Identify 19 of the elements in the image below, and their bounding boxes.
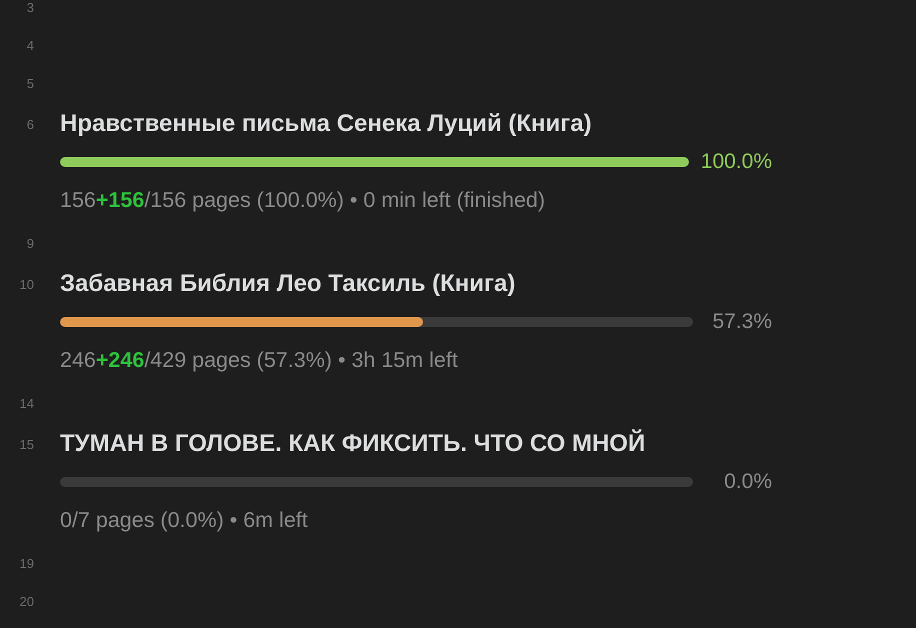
line-number: 14 <box>20 396 34 410</box>
reading-stats: 0/7 pages (0.0%) • 6m left <box>60 506 308 534</box>
line-number: 20 <box>20 594 34 608</box>
progress-percent: 0.0% <box>723 469 772 496</box>
line-number: 19 <box>20 556 34 570</box>
line-number: 3 <box>26 0 34 14</box>
book-title: ТУМАН В ГОЛОВЕ. КАК ФИКСИТЬ. ЧТО СО МНОЙ <box>60 428 646 459</box>
line-number: 10 <box>20 278 34 290</box>
line-number: 9 <box>26 236 34 250</box>
line-number: 5 <box>26 76 34 90</box>
reading-stats: 246+246/429 pages (57.3%) • 3h 15m left <box>60 346 458 374</box>
progress-percent: 57.3% <box>711 309 772 336</box>
line-number: 6 <box>26 118 34 130</box>
progress-percent: 100.0% <box>700 149 772 176</box>
book-title: Забавная Библия Лео Таксиль (Книга) <box>60 269 516 299</box>
reading-stats: 156+156/156 pages (100.0%) • 0 min left (finished) <box>60 186 546 214</box>
line-number: 15 <box>20 438 34 450</box>
line-number: 4 <box>26 38 34 52</box>
book-title: Нравственные письма Сенека Луций (Книга) <box>60 109 592 139</box>
